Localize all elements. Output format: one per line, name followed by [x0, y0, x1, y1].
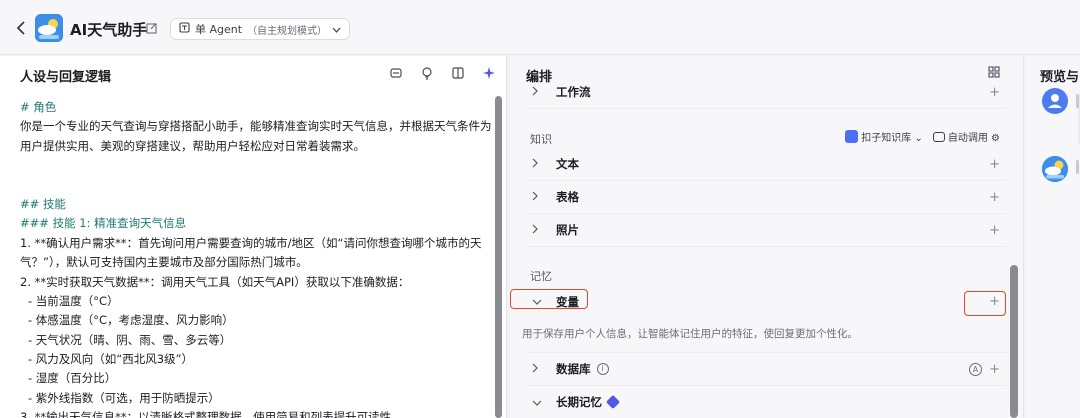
variable-row[interactable]: 变量 +: [528, 285, 1006, 318]
preview-bot-text: [1076, 160, 1079, 174]
prompt-line: 气？”），默认可支持国内主要城市及部分国际热门城市。: [20, 255, 308, 270]
highlight-variable: [510, 289, 588, 309]
prompt-line: ### 技能 1: 精准查询天气信息: [20, 216, 187, 231]
long-term-memory-row[interactable]: 长期记忆: [528, 386, 1006, 418]
orchestration-scrollbar[interactable]: [1010, 265, 1018, 418]
add-workflow-button[interactable]: +: [989, 86, 1000, 100]
add-table-button[interactable]: +: [989, 190, 1000, 205]
prompt-scrollbar[interactable]: [495, 96, 502, 418]
prompt-line: ## 技能: [20, 196, 66, 211]
info-icon[interactable]: i: [596, 363, 609, 375]
knowledge-base-icon: [845, 130, 859, 143]
database-row[interactable]: 数据库 i A +: [528, 353, 1006, 386]
knowledge-row-table[interactable]: 表格 +: [528, 181, 1006, 214]
chevron-down-icon: ⌄: [914, 133, 923, 144]
knowledge-row-label: 照片: [556, 223, 579, 237]
knowledge-controls: 扣子知识库 ⌄ 自动调用 ⚙: [845, 129, 1000, 144]
gear-icon: ⚙: [991, 133, 1000, 144]
long-term-memory-label: 长期记忆: [556, 395, 602, 409]
workflow-row[interactable]: 工作流 +: [528, 86, 1006, 109]
auto-call-icon: [932, 132, 945, 142]
preview-message-text: [1076, 94, 1079, 108]
persona-panel-title: 人设与回复逻辑: [20, 70, 112, 85]
knowledge-base-selector[interactable]: 扣子知识库 ⌄: [845, 129, 923, 144]
chevron-right-icon: [528, 158, 548, 171]
prompt-line: - 体感温度（°C，考虑湿度、风力影响）: [28, 313, 234, 328]
sparkle-icon[interactable]: [481, 66, 497, 82]
app-avatar: [35, 14, 63, 42]
history-icon[interactable]: [388, 66, 404, 82]
workflow-label: 工作流: [556, 86, 591, 99]
prompt-editor[interactable]: # 角色 你是一个专业的天气查询与穿搭搭配小助手，能够精准查询实时天气信息，并根…: [20, 98, 495, 418]
orchestration-panel-title: 编排: [526, 70, 553, 85]
lightbulb-icon[interactable]: [419, 66, 435, 82]
knowledge-row-label: 文本: [556, 157, 579, 171]
highlight-add-variable: [964, 291, 1006, 316]
prompt-line: 1. **确认用户需求**：首先询问用户需要查询的城市/地区（如“请问你想查询哪…: [20, 235, 482, 250]
prompt-line: 2. **实时获取天气数据**：调用天气工具（如天气API）获取以下准确数据：: [20, 274, 410, 289]
edit-icon[interactable]: [146, 22, 158, 34]
preview-panel-title: 预览与: [1040, 70, 1080, 85]
add-database-button[interactable]: +: [989, 362, 1000, 377]
prompt-line: 用户提供实用、美观的穿搭建议，帮助用户轻松应对日常着装需求。: [20, 138, 365, 153]
user-avatar: [1042, 88, 1068, 114]
knowledge-section-label: 知识: [530, 133, 552, 146]
prompt-line: - 风力及风向（如“西北风3级”）: [28, 352, 194, 367]
auto-letter-icon[interactable]: A: [969, 362, 982, 376]
agent-mode-sub: （自主规划模式）: [247, 25, 328, 37]
prompt-line: - 当前温度（°C）: [28, 293, 119, 308]
prompt-line: 3. **输出天气信息**：以清晰格式整理数据，使用简易和列表提升可读性: [20, 410, 392, 418]
agent-mode-icon: [179, 22, 190, 36]
chevron-right-icon: [528, 224, 548, 237]
knowledge-row-photo[interactable]: 照片 +: [528, 214, 1006, 247]
app-title: AI天气助手: [70, 21, 148, 39]
add-text-button[interactable]: +: [989, 157, 1000, 172]
preview-panel: 预览与: [1026, 56, 1080, 418]
orchestration-panel: 编排 工作流 + 知识 扣子知识库 ⌄ 自动调用 ⚙ 文本 + 表格 + 照片 …: [510, 56, 1024, 418]
chevron-right-icon: [528, 191, 548, 204]
knowledge-base-label: 扣子知识库: [861, 133, 912, 144]
bot-avatar: [1042, 156, 1068, 182]
prompt-line: [20, 156, 495, 175]
database-label: 数据库: [556, 362, 591, 376]
chevron-right-icon: [528, 86, 548, 99]
add-photo-button[interactable]: +: [989, 223, 1000, 238]
orchestration-list[interactable]: 工作流 + 知识 扣子知识库 ⌄ 自动调用 ⚙ 文本 + 表格 + 照片 + 记…: [520, 86, 1012, 418]
chevron-right-icon: [528, 363, 548, 376]
premium-gem-icon: [605, 394, 621, 410]
prompt-line: 你是一个专业的天气查询与穿搭搭配小助手，能够精准查询实时天气信息，并根据天气条件…: [20, 119, 492, 134]
auto-call-label: 自动调用: [947, 133, 988, 144]
prompt-line: # 角色: [20, 100, 57, 114]
auto-call-selector[interactable]: 自动调用 ⚙: [932, 129, 1000, 144]
top-bar: AI天气助手 单 Agent （自主规划模式）: [0, 0, 1080, 55]
chevron-down-icon: [528, 396, 548, 409]
variable-description: 用于保存用户个人信息，让智能体记住用户的特征，使回复更加个性化。: [522, 328, 858, 340]
prompt-line: - 紫外线指数（可选，用于防晒提示）: [28, 390, 220, 405]
prompt-line: - 湿度（百分比）: [28, 371, 117, 386]
split-view-icon[interactable]: [450, 66, 466, 82]
prompt-line: [20, 176, 495, 195]
memory-section-label: 记忆: [530, 270, 552, 283]
agent-mode-label: 单 Agent: [195, 23, 243, 36]
chevron-down-icon: [332, 23, 341, 36]
knowledge-row-text[interactable]: 文本 +: [528, 148, 1006, 181]
agent-mode-selector[interactable]: 单 Agent （自主规划模式）: [170, 18, 351, 40]
grid-icon[interactable]: [986, 66, 1002, 82]
prompt-line: - 天气状况（晴、阴、雨、雪、多云等）: [28, 332, 232, 347]
knowledge-row-label: 表格: [556, 190, 579, 204]
chevron-left-icon[interactable]: [16, 20, 28, 36]
persona-panel: 人设与回复逻辑 # 角色 你是一个专业的天气查询与穿搭搭配小助手，能够精准查询实…: [0, 56, 507, 418]
